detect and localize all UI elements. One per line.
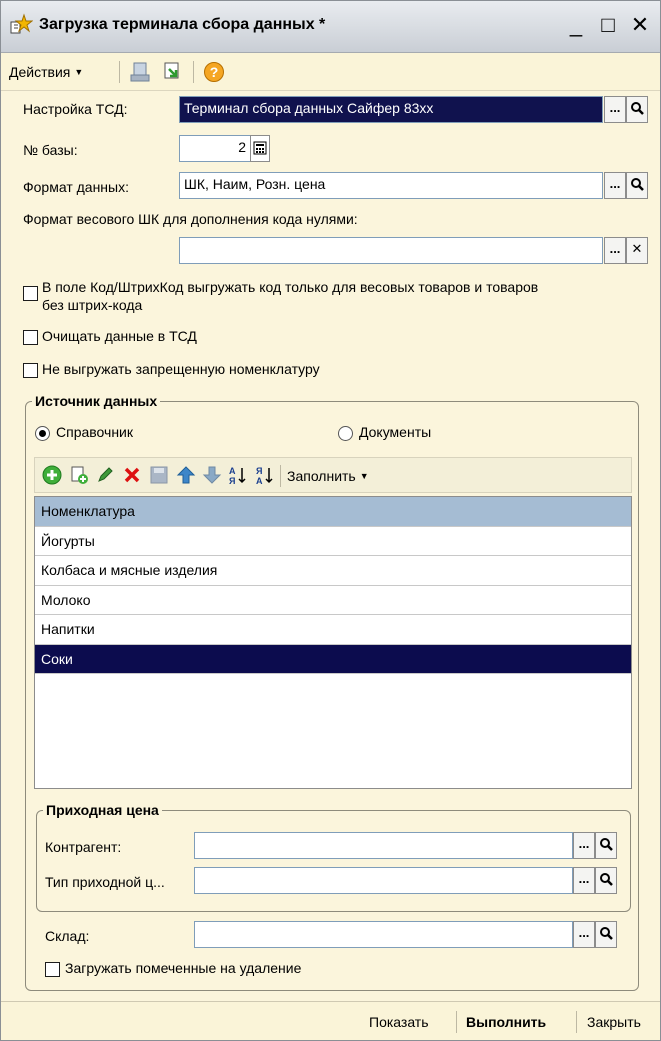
weight-format-clear-button[interactable]: ✕ — [626, 237, 648, 264]
load-deleted-checkbox-label: Загружать помеченные на удаление — [65, 960, 302, 976]
footer-separator — [576, 1011, 577, 1033]
tsd-field[interactable]: Терминал сбора данных Сайфер 83хх — [179, 96, 603, 123]
price-type-label: Тип приходной ц... — [45, 874, 165, 890]
chevron-down-icon: ▼ — [359, 471, 369, 481]
sort-descending-icon[interactable]: Я А — [255, 465, 275, 485]
actions-menu-label: Действия — [9, 64, 71, 80]
warehouse-search-button[interactable] — [595, 921, 617, 948]
svg-text:?: ? — [210, 64, 219, 80]
data-format-select-button[interactable]: ... — [604, 172, 626, 199]
fill-menu-label: Заполнить — [287, 468, 356, 484]
footer-bar: Показать Выполнить Закрыть — [1, 1001, 660, 1040]
run-button[interactable]: Выполнить — [466, 1014, 546, 1030]
table-row-selected[interactable]: Соки — [35, 644, 631, 674]
clear-tsd-checkbox-label: Очищать данные в ТСД — [42, 328, 197, 344]
fill-menu[interactable]: Заполнить ▼ — [287, 465, 369, 487]
edit-icon[interactable] — [95, 465, 115, 485]
toolbar: Действия ▼ ? — [1, 53, 660, 91]
window-app-icon — [10, 13, 33, 34]
search-icon — [600, 927, 613, 940]
radio-directory[interactable] — [35, 426, 50, 441]
weight-code-checkbox-label-2: без штрих-кода — [42, 297, 143, 313]
weight-code-checkbox[interactable] — [23, 286, 38, 301]
incoming-price-legend: Приходная цена — [46, 802, 159, 818]
move-up-icon[interactable] — [176, 465, 196, 485]
help-icon[interactable]: ? — [203, 61, 225, 83]
table-row[interactable]: Молоко — [35, 586, 631, 615]
contractor-field[interactable] — [194, 832, 573, 859]
search-icon — [631, 102, 644, 115]
minimize-button[interactable]: _ — [563, 11, 589, 39]
warehouse-field[interactable] — [194, 921, 573, 948]
actions-menu[interactable]: Действия ▼ — [9, 61, 83, 83]
table-toolbar: А Я Я А Заполнить ▼ — [34, 457, 632, 493]
load-icon[interactable] — [129, 61, 151, 83]
show-button[interactable]: Показать — [369, 1014, 429, 1030]
load-deleted-checkbox[interactable] — [45, 962, 60, 977]
weight-barcode-format-label: Формат весового ШК для дополнения кода н… — [23, 211, 358, 227]
toolbar-separator — [119, 61, 120, 83]
weight-code-checkbox-label-1: В поле Код/ШтрихКод выгружать код только… — [42, 279, 539, 295]
svg-text:А: А — [229, 466, 236, 476]
no-forbidden-checkbox[interactable] — [23, 363, 38, 378]
radio-documents-label: Документы — [359, 424, 432, 440]
svg-text:А: А — [256, 476, 263, 485]
weight-format-select-button[interactable]: ... — [604, 237, 626, 264]
data-format-search-button[interactable] — [626, 172, 648, 199]
base-number-label: № базы: — [23, 142, 78, 158]
data-format-field[interactable]: ШК, Наим, Розн. цена — [179, 172, 603, 199]
contractor-search-button[interactable] — [595, 832, 617, 859]
data-source-legend: Источник данных — [35, 393, 158, 409]
sort-ascending-icon[interactable]: А Я — [228, 465, 248, 485]
warehouse-select-button[interactable]: ... — [573, 921, 595, 948]
tsd-search-button[interactable] — [626, 96, 648, 123]
search-icon — [600, 838, 613, 851]
search-icon — [600, 873, 613, 886]
radio-documents[interactable] — [338, 426, 353, 441]
close-button[interactable]: ✕ — [627, 11, 653, 39]
copy-icon[interactable] — [69, 465, 89, 485]
main-window: Загрузка терминала сбора данных * _ □ ✕ … — [0, 0, 661, 1041]
unload-icon[interactable] — [161, 61, 183, 83]
move-down-icon[interactable] — [202, 465, 222, 485]
base-number-field[interactable]: 2 — [179, 135, 251, 162]
contractor-select-button[interactable]: ... — [573, 832, 595, 859]
table-row[interactable]: Йогурты — [35, 527, 631, 556]
radio-directory-label: Справочник — [56, 424, 133, 440]
toolbar-separator — [280, 465, 281, 487]
nomenclature-table: Номенклатура Йогурты Колбаса и мясные из… — [34, 496, 632, 789]
svg-text:Я: Я — [256, 466, 262, 476]
svg-text:Я: Я — [229, 476, 235, 485]
warehouse-label: Склад: — [45, 928, 90, 944]
clear-tsd-checkbox[interactable] — [23, 330, 38, 345]
add-icon[interactable] — [42, 465, 62, 485]
title-bar: Загрузка терминала сбора данных * _ □ ✕ — [1, 1, 660, 53]
footer-separator — [456, 1011, 457, 1033]
chevron-down-icon: ▼ — [74, 67, 84, 77]
close-form-button[interactable]: Закрыть — [587, 1014, 641, 1030]
maximize-button[interactable]: □ — [595, 11, 621, 39]
price-type-select-button[interactable]: ... — [573, 867, 595, 894]
calculator-icon — [253, 141, 267, 155]
tsd-label: Настройка ТСД: — [23, 101, 128, 117]
search-icon — [631, 178, 644, 191]
contractor-label: Контрагент: — [45, 839, 122, 855]
data-format-label: Формат данных: — [23, 179, 129, 195]
table-row[interactable]: Напитки — [35, 615, 631, 645]
price-type-field[interactable] — [194, 867, 573, 894]
no-forbidden-checkbox-label: Не выгружать запрещенную номенклатуру — [42, 361, 320, 377]
tsd-select-button[interactable]: ... — [604, 96, 626, 123]
window-title: Загрузка терминала сбора данных * — [39, 16, 326, 33]
table-row[interactable]: Колбаса и мясные изделия — [35, 556, 631, 586]
price-type-search-button[interactable] — [595, 867, 617, 894]
table-header[interactable]: Номенклатура — [35, 497, 631, 527]
calculator-button[interactable] — [250, 135, 270, 162]
save-icon[interactable] — [149, 465, 169, 485]
delete-icon[interactable] — [122, 465, 142, 485]
toolbar-separator — [193, 61, 194, 83]
weight-barcode-format-field[interactable] — [179, 237, 603, 264]
